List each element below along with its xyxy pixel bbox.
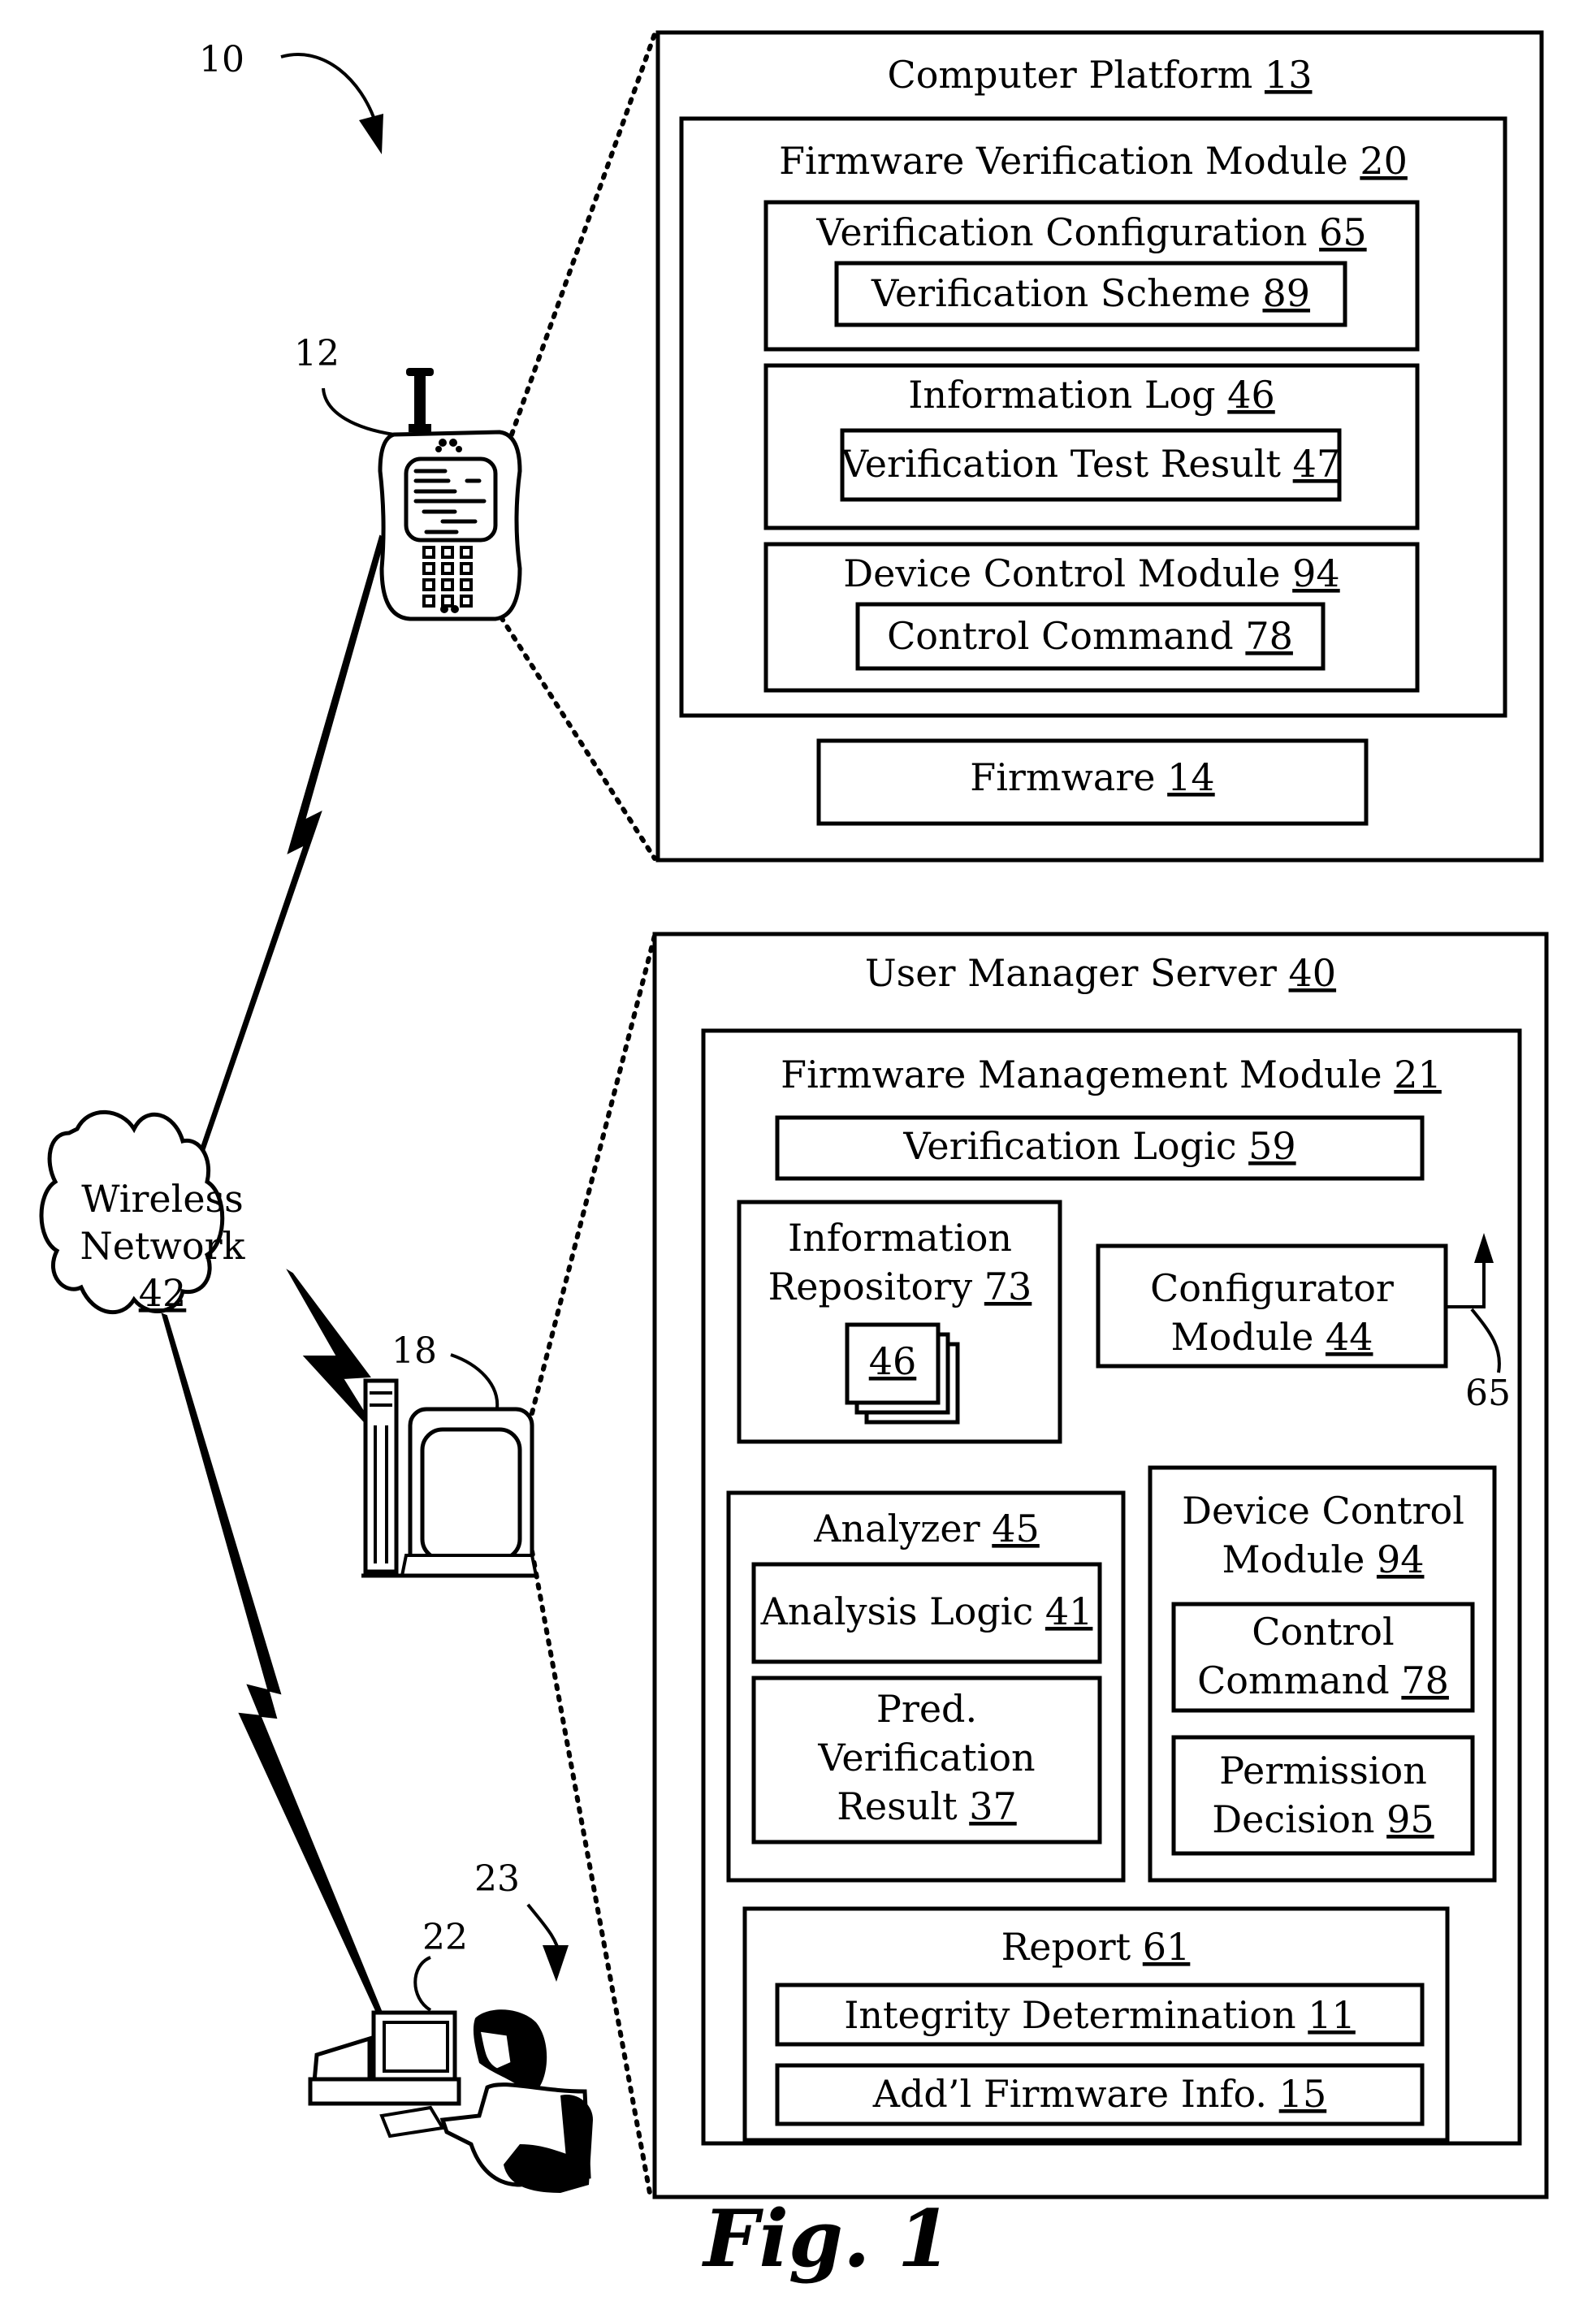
fvm-title: Firmware Verification Module 20 bbox=[779, 139, 1408, 183]
server-control-command-line2: Command 78 bbox=[1197, 1658, 1449, 1702]
verification-configuration-title: Verification Configuration 65 bbox=[815, 210, 1366, 254]
cloud-num: 42 bbox=[139, 1271, 187, 1315]
firmware-label: Firmware 14 bbox=[970, 755, 1214, 799]
info-repo-line1: Information bbox=[788, 1216, 1012, 1260]
ref-23-arrow-icon bbox=[526, 1903, 569, 1982]
ref-10: 10 bbox=[199, 39, 244, 80]
analyzer: Analyzer 45 Analysis Logic 41 Pred. Veri… bbox=[726, 1490, 1126, 1883]
firmware-system-diagram: 10 12 Wireless Network 42 18 22 23 Compu… bbox=[39, 30, 1549, 2285]
wireless-link-phone-icon bbox=[198, 534, 386, 1155]
ref-12: 12 bbox=[294, 333, 340, 374]
permission-line2: Decision 95 bbox=[1212, 1797, 1434, 1841]
figure-label: Fig. 1 bbox=[701, 2193, 951, 2285]
zoom-lines bbox=[499, 32, 657, 2195]
log-stack-num: 46 bbox=[869, 1339, 917, 1383]
firmware-management-module: Firmware Management Module 21 Verificati… bbox=[701, 1028, 1522, 2146]
device-control-module-server: Device Control Module 94 Control Command… bbox=[1148, 1465, 1497, 1883]
report-title: Report 61 bbox=[1001, 1925, 1191, 1969]
device-control-module-title: Device Control Module 94 bbox=[843, 551, 1339, 595]
computer-platform: Computer Platform 13 Firmware Verificati… bbox=[655, 30, 1544, 863]
dcm-line2: Module 94 bbox=[1222, 1537, 1425, 1581]
server-control-command-line1: Control bbox=[1252, 1610, 1394, 1654]
information-repository: Information Repository 73 46 bbox=[737, 1200, 1062, 1444]
integrity-determination-label: Integrity Determination 11 bbox=[844, 1993, 1356, 2037]
pred-line1: Pred. bbox=[876, 1687, 977, 1731]
analyzer-title: Analyzer 45 bbox=[813, 1507, 1040, 1550]
verification-test-result-label: Verification Test Result 47 bbox=[841, 442, 1340, 486]
ref-22-leader bbox=[413, 1956, 432, 2012]
control-command-label: Control Command 78 bbox=[887, 614, 1293, 658]
configurator-line2: Module 44 bbox=[1171, 1315, 1373, 1359]
wireless-phone-icon bbox=[378, 368, 522, 621]
pred-line2: Verification bbox=[817, 1736, 1035, 1780]
device-control-module-client: Device Control Module 94 Control Command… bbox=[763, 542, 1420, 693]
dcm-line1: Device Control bbox=[1182, 1489, 1464, 1533]
user-manager-server-title: User Manager Server 40 bbox=[865, 951, 1336, 995]
information-log-title: Information Log 46 bbox=[908, 373, 1275, 417]
addl-firmware-info-label: Add’l Firmware Info. 15 bbox=[872, 2072, 1326, 2116]
firmware-verification-module: Firmware Verification Module 20 Verifica… bbox=[679, 116, 1507, 718]
permission-line1: Permission bbox=[1219, 1749, 1427, 1793]
operator-workstation-icon bbox=[308, 2009, 593, 2193]
ref-10-arrow-icon bbox=[280, 53, 383, 154]
wireless-link-operator-icon bbox=[161, 1313, 383, 2016]
ref-12-leader bbox=[322, 387, 395, 436]
fmm-title: Firmware Management Module 21 bbox=[781, 1053, 1442, 1096]
cloud-label-line1: Wireless bbox=[81, 1177, 244, 1221]
verification-logic-label: Verification Logic 59 bbox=[902, 1124, 1295, 1168]
analysis-logic-label: Analysis Logic 41 bbox=[760, 1589, 1093, 1633]
cloud-label-line2: Network bbox=[80, 1224, 246, 1268]
verification-scheme-label: Verification Scheme 89 bbox=[871, 271, 1310, 315]
report: Report 61 Integrity Determination 11 Add… bbox=[742, 1906, 1450, 2143]
wireless-link-server-icon bbox=[286, 1269, 371, 1425]
information-log: Information Log 46 Verification Test Res… bbox=[763, 363, 1420, 530]
ref-22: 22 bbox=[422, 1917, 468, 1958]
ref-18: 18 bbox=[391, 1330, 437, 1372]
configurator-line1: Configurator bbox=[1150, 1266, 1394, 1310]
computer-platform-title: Computer Platform 13 bbox=[888, 53, 1313, 97]
info-repo-line2: Repository 73 bbox=[768, 1265, 1032, 1308]
ref-65: 65 bbox=[1465, 1373, 1511, 1414]
user-manager-server: User Manager Server 40 Firmware Manageme… bbox=[652, 932, 1549, 2199]
ref-23: 23 bbox=[474, 1858, 520, 1900]
server-computer-icon bbox=[361, 1378, 538, 1578]
ref-18-leader bbox=[450, 1353, 500, 1410]
pred-line3: Result 37 bbox=[837, 1784, 1016, 1828]
verification-configuration: Verification Configuration 65 Verificati… bbox=[763, 200, 1420, 352]
